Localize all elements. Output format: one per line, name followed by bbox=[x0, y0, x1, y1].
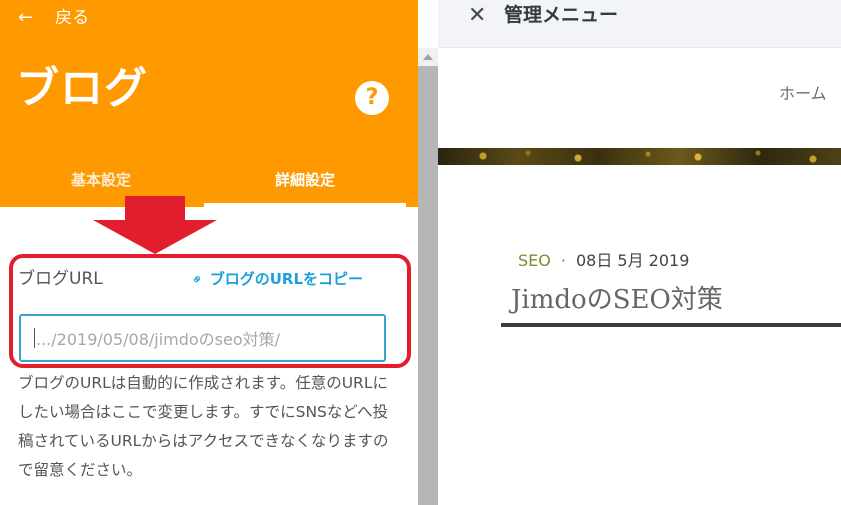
back-button[interactable]: ← 戻る bbox=[18, 7, 89, 29]
post-date: 08日 5月 2019 bbox=[575, 251, 690, 270]
blog-settings-panel: ← 戻る ブログ ? 基本設定 詳細設定 ブログURL ⚭ ブログのURLをコピ… bbox=[0, 0, 418, 505]
admin-menu-title: 管理メニュー bbox=[504, 4, 619, 26]
annotation-arrow-down-icon bbox=[93, 196, 217, 254]
panel-header: ← 戻る ブログ ? 基本設定 詳細設定 bbox=[0, 0, 418, 207]
url-help-text: ブログのURLは自動的に作成されます。任意のURLにしたい場合はここで変更します… bbox=[18, 374, 389, 479]
nav-link-home[interactable]: ホーム bbox=[779, 86, 827, 102]
admin-bar: ✕ 管理メニュー bbox=[438, 0, 841, 48]
back-label: 戻る bbox=[55, 7, 90, 28]
text-caret bbox=[34, 328, 35, 348]
active-tab-indicator bbox=[204, 203, 406, 207]
hero-image-strip bbox=[438, 148, 841, 165]
post-title[interactable]: JimdoのSEO対策 bbox=[511, 286, 723, 315]
post-meta: SEO · 08日 5月 2019 bbox=[518, 253, 689, 269]
tab-detail-settings[interactable]: 詳細設定 bbox=[204, 168, 406, 190]
blog-url-value: .../2019/05/08/jimdoのseo対策/ bbox=[36, 330, 281, 349]
post-category-link[interactable]: SEO bbox=[518, 253, 551, 269]
blog-url-input[interactable]: .../2019/05/08/jimdoのseo対策/ bbox=[19, 314, 386, 362]
help-button[interactable]: ? bbox=[355, 81, 389, 115]
meta-separator: · bbox=[560, 251, 566, 270]
panel-scrollbar[interactable] bbox=[418, 48, 438, 505]
panel-title: ブログ bbox=[16, 64, 148, 114]
post-divider bbox=[501, 323, 841, 327]
close-icon[interactable]: ✕ bbox=[468, 3, 486, 28]
site-preview: ✕ 管理メニュー ホーム SEO · 08日 5月 2019 JimdoのSEO… bbox=[438, 0, 841, 505]
arrow-left-icon: ← bbox=[18, 7, 34, 28]
scroll-up-button[interactable] bbox=[418, 48, 438, 66]
tab-basic-settings[interactable]: 基本設定 bbox=[0, 168, 202, 190]
triangle-up-icon bbox=[423, 54, 433, 60]
